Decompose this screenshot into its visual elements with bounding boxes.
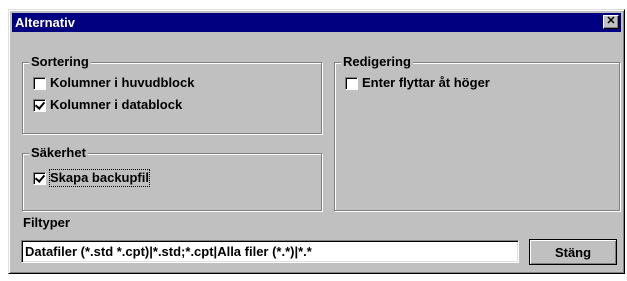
enter-moves-right-checkbox[interactable] bbox=[345, 76, 358, 90]
sorting-group-label: Sortering bbox=[29, 54, 91, 70]
sort-main-block-checkbox[interactable] bbox=[33, 76, 46, 90]
create-backup-checkbox[interactable] bbox=[33, 171, 46, 185]
window-title: Alternativ bbox=[15, 15, 75, 30]
editing-group-label: Redigering bbox=[341, 54, 413, 70]
security-group: Säkerhet Skapa backupfil bbox=[22, 145, 322, 211]
editing-group: Redigering Enter flyttar åt höger bbox=[334, 54, 620, 211]
options-dialog: Alternativ ✕ Sortering Kolumner i huvudb… bbox=[8, 9, 625, 274]
enter-moves-right-option[interactable]: Enter flyttar åt höger bbox=[345, 75, 490, 91]
sort-main-block-option[interactable]: Kolumner i huvudblock bbox=[33, 75, 194, 91]
security-group-label: Säkerhet bbox=[29, 145, 88, 161]
sort-main-block-label: Kolumner i huvudblock bbox=[50, 75, 195, 90]
create-backup-label: Skapa backupfil bbox=[49, 169, 150, 187]
sort-data-block-option[interactable]: Kolumner i datablock bbox=[33, 97, 182, 113]
title-bar[interactable]: Alternativ ✕ bbox=[12, 13, 621, 32]
sort-data-block-label: Kolumner i datablock bbox=[50, 97, 183, 112]
enter-moves-right-label: Enter flyttar åt höger bbox=[362, 75, 490, 90]
filetypes-field[interactable] bbox=[21, 240, 519, 263]
create-backup-option[interactable]: Skapa backupfil bbox=[33, 169, 150, 187]
filetypes-label: Filtyper bbox=[23, 215, 70, 230]
sort-data-block-checkbox[interactable] bbox=[33, 98, 46, 112]
close-button[interactable]: Stäng bbox=[529, 239, 617, 265]
sorting-group: Sortering Kolumner i huvudblock Kolumner… bbox=[22, 54, 322, 134]
close-icon[interactable]: ✕ bbox=[603, 15, 619, 29]
